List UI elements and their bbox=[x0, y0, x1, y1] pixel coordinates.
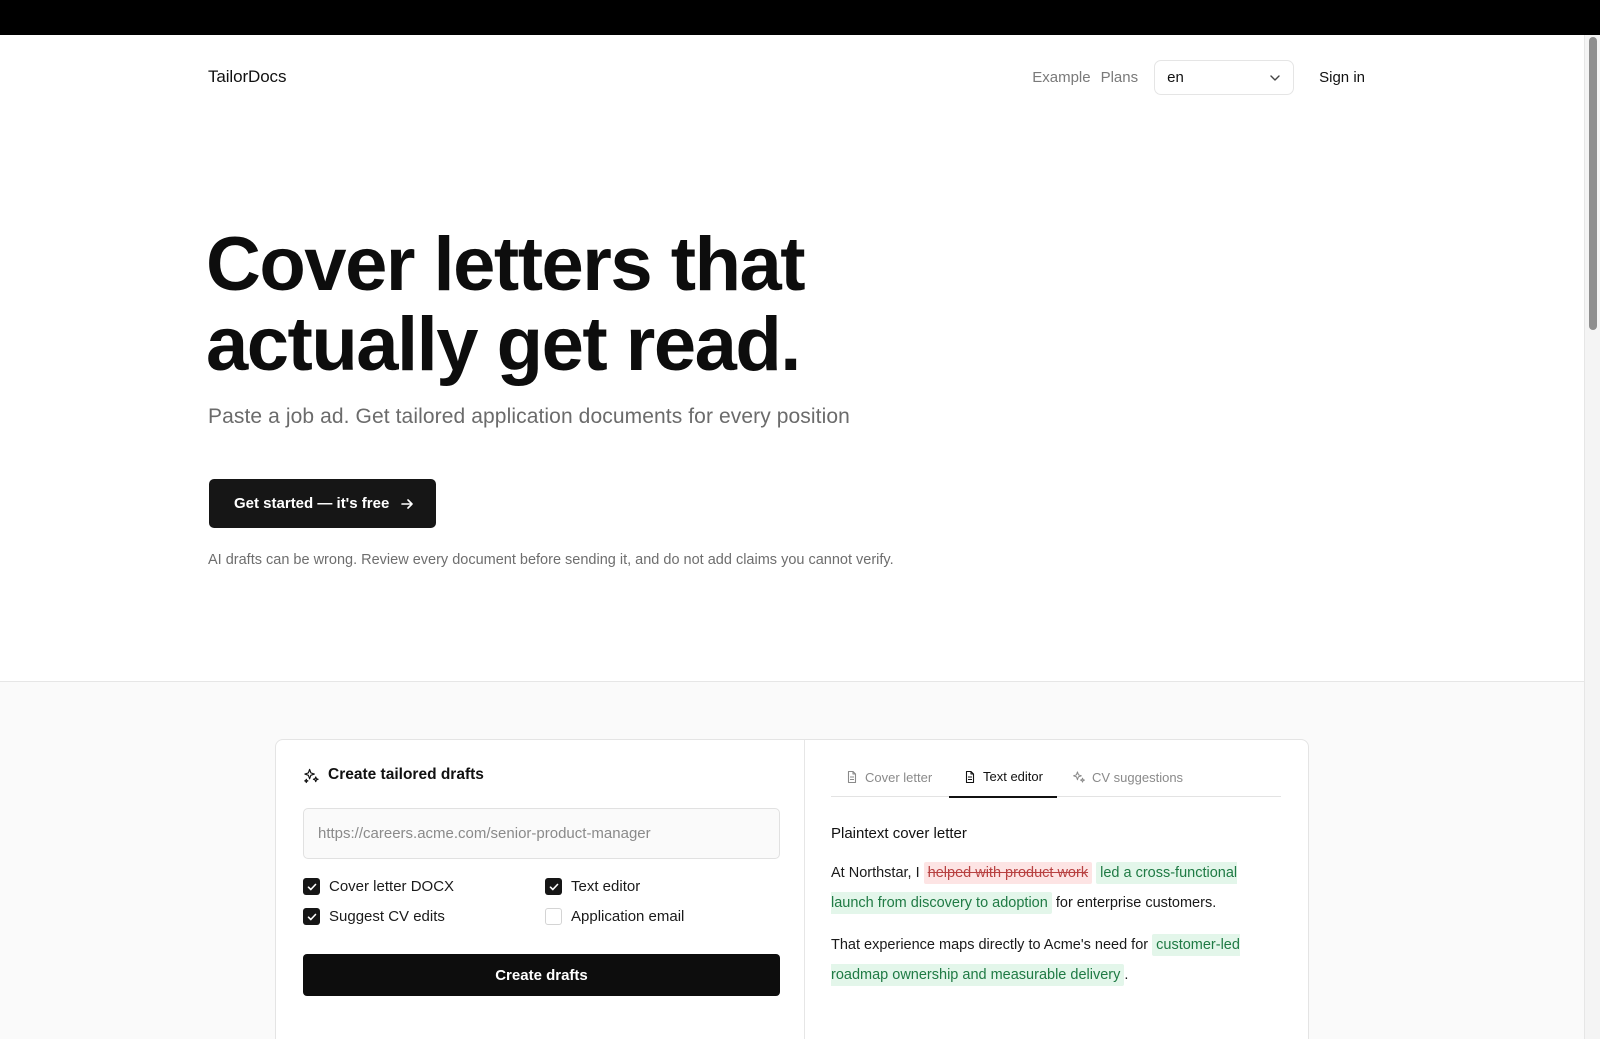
hero-subtitle: Paste a job ad. Get tailored application… bbox=[208, 405, 850, 428]
option-label: Text editor bbox=[571, 878, 641, 895]
tab-label: Text editor bbox=[983, 769, 1043, 784]
get-started-button[interactable]: Get started — it's free bbox=[209, 479, 436, 528]
checkbox-checked[interactable] bbox=[303, 878, 320, 895]
ai-disclaimer: AI drafts can be wrong. Review every doc… bbox=[208, 552, 894, 568]
tab-label: CV suggestions bbox=[1092, 769, 1184, 785]
language-select[interactable]: en bbox=[1154, 59, 1295, 95]
text-segment: At Northstar, I bbox=[831, 865, 924, 881]
preview-paragraph-2: That experience maps directly to Acme's … bbox=[831, 930, 1281, 990]
tab-label: Cover letter bbox=[865, 769, 933, 785]
browser-top-bar bbox=[0, 0, 1600, 35]
checkbox-unchecked[interactable] bbox=[545, 908, 562, 925]
nav-link-plans[interactable]: Plans bbox=[1101, 69, 1139, 86]
text-segment: . bbox=[1124, 967, 1129, 983]
option-application-email[interactable]: Application email bbox=[545, 908, 684, 925]
nav-link-example[interactable]: Example bbox=[1032, 69, 1090, 86]
site-header: TailorDocs Example Plans en Sign in bbox=[208, 59, 1365, 95]
hero-title-line-2: actually get read. bbox=[206, 302, 801, 387]
tab-cover-letter[interactable]: Cover letter bbox=[831, 757, 946, 797]
preview-paragraph-1: At Northstar, I helped with product work… bbox=[831, 858, 1281, 918]
checkbox-checked[interactable] bbox=[303, 908, 320, 925]
option-cover-letter-docx[interactable]: Cover letter DOCX bbox=[303, 878, 454, 895]
page-viewport: TailorDocs Example Plans en Sign in Cove… bbox=[0, 35, 1584, 1039]
deleted-text: helped with product work bbox=[923, 862, 1093, 884]
language-select-value: en bbox=[1167, 68, 1184, 86]
arrow-right-icon bbox=[401, 498, 414, 509]
tab-text-editor[interactable]: Text editor bbox=[949, 757, 1057, 798]
sign-in-link[interactable]: Sign in bbox=[1319, 69, 1365, 86]
form-title-text: Create tailored drafts bbox=[328, 766, 484, 783]
demo-section: Create tailored drafts Cover letter DOCX… bbox=[0, 681, 1584, 1039]
option-suggest-cv-edits[interactable]: Suggest CV edits bbox=[303, 908, 445, 925]
top-nav: Example Plans en Sign in bbox=[1032, 59, 1365, 95]
hero-title-line-1: Cover letters that bbox=[206, 222, 806, 307]
sparkle-icon bbox=[1073, 771, 1085, 783]
get-started-label: Get started — it's free bbox=[234, 495, 390, 512]
document-icon bbox=[965, 770, 975, 783]
vertical-scrollbar[interactable] bbox=[1584, 35, 1600, 1039]
preview-title: Plaintext cover letter bbox=[831, 825, 967, 842]
option-text-editor[interactable]: Text editor bbox=[545, 878, 640, 895]
checkbox-checked[interactable] bbox=[545, 878, 562, 895]
tab-cv-suggestions[interactable]: CV suggestions bbox=[1058, 757, 1197, 797]
check-icon bbox=[549, 883, 558, 890]
job-url-input[interactable] bbox=[303, 808, 780, 859]
form-title: Create tailored drafts bbox=[303, 766, 484, 784]
brand-logo[interactable]: TailorDocs bbox=[208, 67, 286, 87]
check-icon bbox=[307, 883, 316, 890]
check-icon bbox=[307, 913, 316, 920]
demo-card: Create tailored drafts Cover letter DOCX… bbox=[275, 739, 1309, 1039]
card-divider bbox=[804, 740, 805, 1039]
text-segment: That experience maps directly to Acme's … bbox=[831, 937, 1153, 953]
option-label: Application email bbox=[571, 908, 685, 925]
hero-title: Cover letters that actually get read. bbox=[206, 225, 966, 385]
text-segment: for enterprise customers. bbox=[1051, 895, 1217, 911]
chevron-down-icon bbox=[1270, 74, 1280, 81]
option-label: Suggest CV edits bbox=[329, 908, 445, 925]
document-icon bbox=[847, 770, 857, 784]
create-drafts-button[interactable]: Create drafts bbox=[303, 954, 780, 996]
option-label: Cover letter DOCX bbox=[329, 878, 455, 895]
scrollbar-thumb[interactable] bbox=[1589, 37, 1597, 330]
sparkle-icon bbox=[304, 768, 319, 783]
preview-tabs: Cover letter Text editor CV suggestions bbox=[831, 757, 1281, 798]
